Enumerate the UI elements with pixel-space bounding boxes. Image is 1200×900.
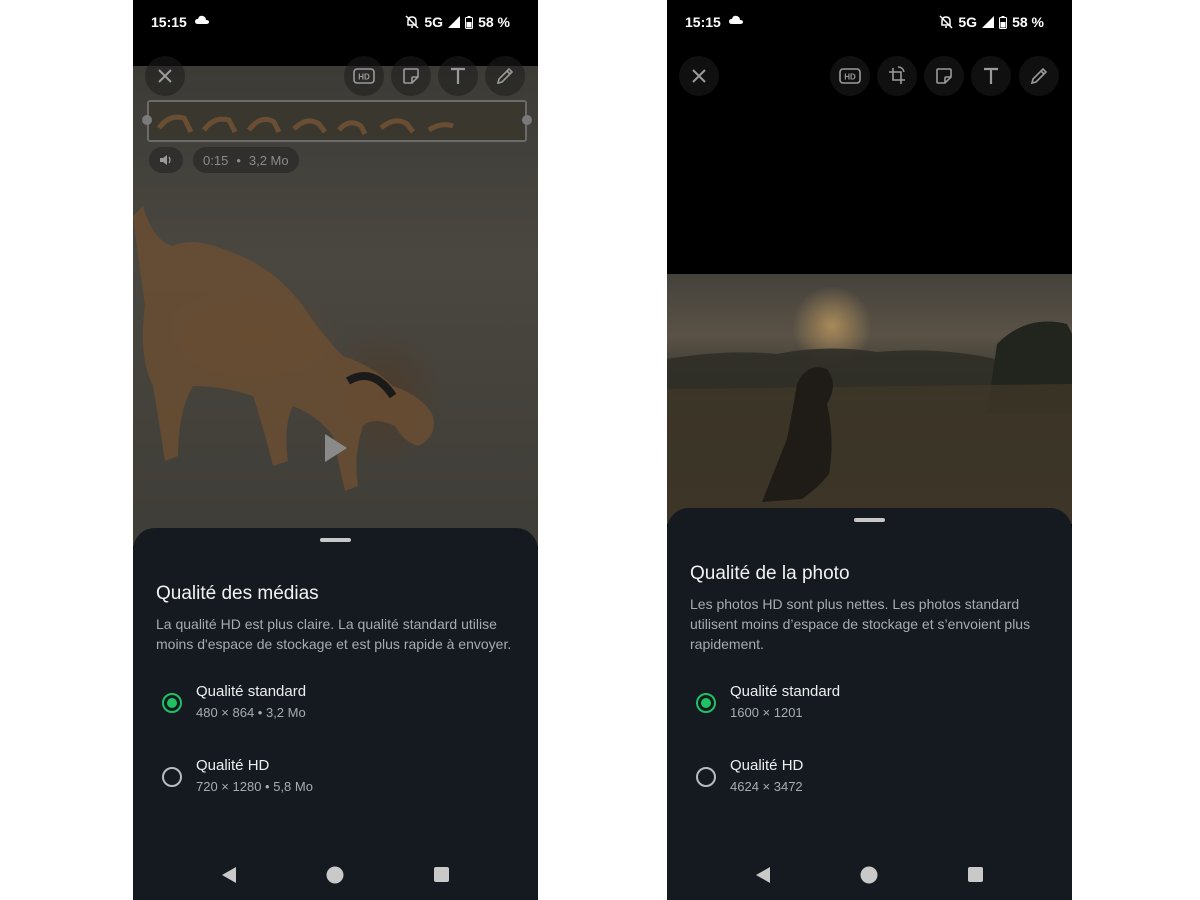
battery-level: 58 % xyxy=(1012,14,1044,30)
close-icon xyxy=(158,69,172,83)
video-info: 0:15 • 3,2 Mo xyxy=(193,147,299,173)
draw-button[interactable] xyxy=(1019,56,1059,96)
mute-notification-icon xyxy=(405,15,419,29)
status-time: 15:15 xyxy=(685,14,721,30)
home-icon[interactable] xyxy=(860,866,878,884)
option-label: Qualité HD xyxy=(196,757,270,774)
radio-hd[interactable] xyxy=(162,767,182,787)
text-tool-button[interactable] xyxy=(971,56,1011,96)
status-bar: 15:15 5G 58 % xyxy=(133,0,538,44)
radio-hd[interactable] xyxy=(696,767,716,787)
hd-badge-text: HD xyxy=(844,73,856,82)
sticker-icon xyxy=(936,68,952,84)
option-label: Qualité standard xyxy=(196,683,307,700)
trim-handle-start[interactable] xyxy=(142,115,152,125)
option-standard-quality[interactable]: Qualité standard 480 × 864 • 3,2 Mo xyxy=(133,683,538,737)
option-detail: 4624 × 3472 xyxy=(730,779,803,794)
radio-standard[interactable] xyxy=(162,693,182,713)
photo-quality-screen: 15:15 5G 58 % HD Qualité de la photo Les… xyxy=(667,0,1072,900)
mute-notification-icon xyxy=(939,15,953,29)
pencil-icon xyxy=(496,67,514,85)
battery-icon xyxy=(465,15,474,29)
sheet-title: Qualité des médias xyxy=(156,583,319,604)
battery-level: 58 % xyxy=(478,14,510,30)
timeline-frames xyxy=(149,102,525,140)
cloud-icon xyxy=(729,15,743,24)
option-hd-quality[interactable]: Qualité HD 720 × 1280 • 5,8 Mo xyxy=(133,757,538,811)
option-label: Qualité standard xyxy=(730,683,841,700)
hd-icon: HD xyxy=(839,68,861,84)
cloud-icon xyxy=(195,15,209,24)
draw-button[interactable] xyxy=(485,56,525,96)
text-tool-button[interactable] xyxy=(438,56,478,96)
photo-preview[interactable] xyxy=(667,274,1072,524)
back-icon[interactable] xyxy=(755,866,771,884)
option-detail: 720 × 1280 • 5,8 Mo xyxy=(196,779,313,794)
option-detail: 480 × 864 • 3,2 Mo xyxy=(196,705,306,720)
editor-toolbar: HD xyxy=(667,56,1072,100)
home-icon[interactable] xyxy=(326,866,344,884)
info-separator: • xyxy=(236,152,241,168)
status-bar: 15:15 5G 58 % xyxy=(667,0,1072,44)
video-duration: 0:15 xyxy=(203,152,229,168)
signal-icon xyxy=(982,16,995,28)
close-button[interactable] xyxy=(145,56,185,96)
sticker-button[interactable] xyxy=(924,56,964,96)
video-trim-timeline[interactable] xyxy=(142,100,532,142)
sticker-button[interactable] xyxy=(391,56,431,96)
option-standard-quality[interactable]: Qualité standard 1600 × 1201 xyxy=(667,683,1072,737)
sheet-description: La qualité HD est plus claire. La qualit… xyxy=(156,616,512,652)
signal-icon xyxy=(448,16,461,28)
crop-rotate-button[interactable] xyxy=(877,56,917,96)
hd-quality-button[interactable]: HD xyxy=(344,56,384,96)
recents-icon[interactable] xyxy=(968,867,983,882)
option-hd-quality[interactable]: Qualité HD 4624 × 3472 xyxy=(667,757,1072,811)
back-icon[interactable] xyxy=(221,866,237,884)
video-size: 3,2 Mo xyxy=(248,152,289,168)
system-nav-bar xyxy=(667,852,1072,900)
sheet-title: Qualité de la photo xyxy=(690,563,850,584)
recents-icon[interactable] xyxy=(434,867,449,882)
text-icon xyxy=(451,67,465,84)
network-type: 5G xyxy=(424,14,444,30)
hd-quality-button[interactable]: HD xyxy=(830,56,870,96)
close-button[interactable] xyxy=(679,56,719,96)
close-icon xyxy=(692,69,706,83)
sticker-icon xyxy=(403,68,419,84)
landscape-image xyxy=(667,321,1072,524)
video-quality-screen: 15:15 5G 58 % HD 0:15 • 3,2 Mo Qualité d… xyxy=(133,0,538,900)
status-time: 15:15 xyxy=(151,14,187,30)
battery-icon xyxy=(999,15,1008,29)
crop-rotate-icon xyxy=(889,66,905,84)
photo-quality-sheet: Qualité de la photo Les photos HD sont p… xyxy=(667,508,1072,900)
editor-toolbar: HD xyxy=(133,56,538,100)
option-label: Qualité HD xyxy=(730,757,804,774)
sheet-description: Les photos HD sont plus nettes. Les phot… xyxy=(690,596,1031,652)
play-icon[interactable] xyxy=(323,432,349,464)
hd-badge-text: HD xyxy=(358,73,370,82)
sheet-grabber[interactable] xyxy=(854,518,885,522)
pencil-icon xyxy=(1030,67,1048,85)
volume-icon xyxy=(160,155,171,165)
option-detail: 1600 × 1201 xyxy=(730,705,803,720)
mute-button[interactable] xyxy=(149,147,183,173)
system-nav-bar xyxy=(133,852,538,900)
sheet-grabber[interactable] xyxy=(320,538,351,542)
text-icon xyxy=(984,67,998,84)
media-quality-sheet: Qualité des médias La qualité HD est plu… xyxy=(133,528,538,900)
trim-handle-end[interactable] xyxy=(522,115,532,125)
hd-icon: HD xyxy=(353,68,375,84)
radio-standard[interactable] xyxy=(696,693,716,713)
network-type: 5G xyxy=(958,14,978,30)
